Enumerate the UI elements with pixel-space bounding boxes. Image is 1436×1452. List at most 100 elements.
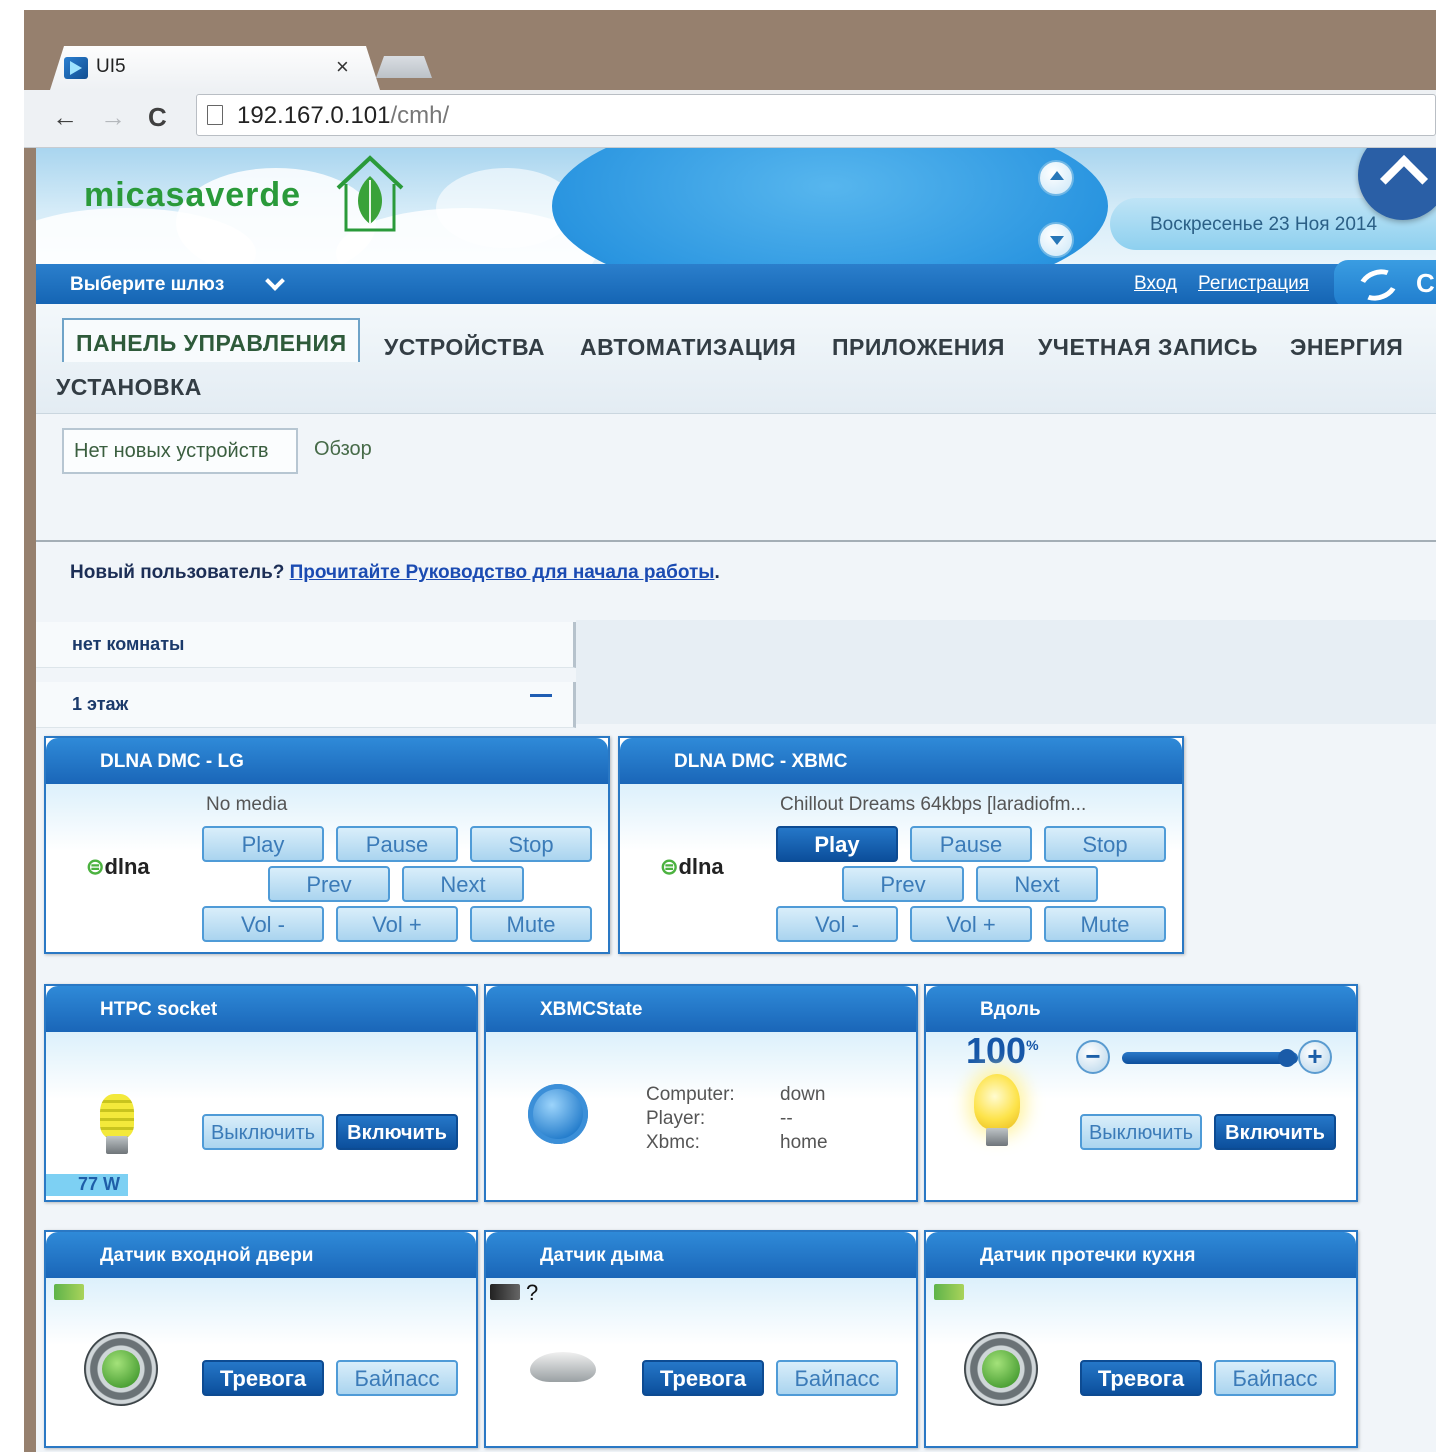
card-header: XBMCState xyxy=(486,986,916,1032)
device-card-dimmer: Вдоль 100% − + Выключить Включить xyxy=(924,984,1358,1202)
next-button[interactable]: Next xyxy=(402,866,524,902)
tab-dashboard[interactable]: ПАНЕЛЬ УПРАВЛЕНИЯ xyxy=(76,330,347,357)
card-body: Тревога Байпасс xyxy=(926,1278,1356,1446)
room-label: 1 этаж xyxy=(72,694,129,714)
bypass-button[interactable]: Байпасс xyxy=(336,1360,458,1396)
card-title: Вдоль xyxy=(980,999,1041,1020)
subtab-overview[interactable]: Обзор xyxy=(314,438,372,461)
card-title: Датчик протечки кухня xyxy=(980,1245,1196,1266)
getting-started-link[interactable]: Прочитайте Руководство для начала работы xyxy=(290,562,715,583)
back-button[interactable]: ← xyxy=(52,102,78,133)
state-value-computer: down xyxy=(780,1084,826,1105)
address-bar[interactable]: 192.167.0.101/cmh/ xyxy=(196,94,1436,136)
card-body: Computer: down Player: -- Xbmc: home xyxy=(486,1032,916,1200)
vol-down-button[interactable]: Vol - xyxy=(776,906,898,942)
subtab-no-new-devices[interactable]: Нет новых устройств xyxy=(74,440,268,463)
dim-plus-button[interactable]: + xyxy=(1298,1040,1332,1074)
room-1-floor[interactable]: 1 этаж xyxy=(36,682,576,728)
xbmc-gear-icon xyxy=(528,1084,588,1144)
dimmer-level: 100% xyxy=(966,1030,1039,1072)
login-link[interactable]: Вход xyxy=(1134,273,1177,295)
play-button[interactable]: Play xyxy=(776,826,898,862)
device-card-dlna-xbmc: DLNA DMC - XBMC Chillout Dreams 64kbps [… xyxy=(618,736,1184,954)
url-host: 192.167.0.101 xyxy=(237,102,391,129)
tab-energy[interactable]: ЭНЕРГИЯ xyxy=(1290,334,1403,361)
pause-button[interactable]: Pause xyxy=(910,826,1032,862)
new-tab-button[interactable] xyxy=(376,56,432,78)
arm-button[interactable]: Тревога xyxy=(202,1360,324,1396)
reload-button[interactable]: C xyxy=(148,102,167,133)
device-card-xbmcstate: XBMCState Computer: down Player: -- Xbmc… xyxy=(484,984,918,1202)
header-banner xyxy=(552,148,1108,264)
url-path: /cmh/ xyxy=(390,102,450,129)
bypass-button[interactable]: Байпасс xyxy=(1214,1360,1336,1396)
card-body: 100% − + Выключить Включить xyxy=(926,1030,1356,1200)
battery-unknown: ? xyxy=(526,1280,539,1305)
arm-button[interactable]: Тревога xyxy=(1080,1360,1202,1396)
mute-button[interactable]: Mute xyxy=(1044,906,1166,942)
card-body: Тревога Байпасс xyxy=(46,1278,476,1446)
card-header: Датчик протечки кухня xyxy=(926,1232,1356,1278)
stop-button[interactable]: Stop xyxy=(470,826,592,862)
chevron-down-icon[interactable] xyxy=(265,271,285,291)
device-card-smoke-sensor: Датчик дыма ? Тревога Байпасс xyxy=(484,1230,918,1448)
mute-button[interactable]: Mute xyxy=(470,906,592,942)
card-body: Chillout Dreams 64kbps [laradiofm... ⊜dl… xyxy=(620,784,1182,952)
dimmer-level-value: 100 xyxy=(966,1030,1027,1071)
room-no-room[interactable]: нет комнаты xyxy=(36,622,576,668)
vol-down-button[interactable]: Vol - xyxy=(202,906,324,942)
collapse-icon[interactable] xyxy=(530,694,552,697)
main-nav: ПАНЕЛЬ УПРАВЛЕНИЯ УСТРОЙСТВА АВТОМАТИЗАЦ… xyxy=(36,304,1436,414)
gateway-select[interactable]: Выберите шлюз xyxy=(70,274,224,296)
state-key-computer: Computer: xyxy=(646,1084,735,1105)
arm-button[interactable]: Тревога xyxy=(642,1360,764,1396)
url-text: 192.167.0.101/cmh/ xyxy=(237,102,449,130)
pause-button[interactable]: Pause xyxy=(336,826,458,862)
register-link[interactable]: Регистрация xyxy=(1198,273,1309,295)
dlna-logo-icon: ⊜ xyxy=(86,854,105,879)
off-button[interactable]: Выключить xyxy=(202,1114,324,1150)
logo[interactable]: micasaverde xyxy=(84,176,301,215)
bypass-button[interactable]: Байпасс xyxy=(776,1360,898,1396)
next-button[interactable]: Next xyxy=(976,866,1098,902)
logo-leaf-icon xyxy=(336,155,404,232)
vol-up-button[interactable]: Vol + xyxy=(910,906,1032,942)
bulb-base xyxy=(986,1128,1008,1146)
tab-apps[interactable]: ПРИЛОЖЕНИЯ xyxy=(832,334,1005,361)
tab-close-icon[interactable]: × xyxy=(336,54,349,80)
prev-button[interactable]: Prev xyxy=(268,866,390,902)
leak-sensor-icon xyxy=(964,1332,1038,1406)
prev-button[interactable]: Prev xyxy=(842,866,964,902)
card-title: Датчик дыма xyxy=(540,1245,664,1266)
dlna-logo: ⊜dlna xyxy=(86,854,150,880)
tab-account[interactable]: УЧЕТНАЯ ЗАПИСЬ xyxy=(1038,334,1258,361)
browser-toolbar: ← → C 192.167.0.101/cmh/ xyxy=(24,90,1436,148)
tab-automation[interactable]: АВТОМАТИЗАЦИЯ xyxy=(580,334,796,361)
smoke-detector-icon xyxy=(530,1352,596,1382)
stop-button[interactable]: Stop xyxy=(1044,826,1166,862)
tab-devices[interactable]: УСТРОЙСТВА xyxy=(384,334,545,361)
on-button[interactable]: Включить xyxy=(336,1114,458,1150)
gateway-bar: Выберите шлюз Вход Регистрация xyxy=(36,264,1436,304)
dim-minus-button[interactable]: − xyxy=(1076,1040,1110,1074)
off-button[interactable]: Выключить xyxy=(1080,1114,1202,1150)
new-user-prefix: Новый пользователь? xyxy=(70,562,290,583)
forward-button[interactable]: → xyxy=(100,102,126,133)
play-button[interactable]: Play xyxy=(202,826,324,862)
slider-knob[interactable] xyxy=(1278,1049,1296,1067)
light-bulb-icon xyxy=(974,1074,1020,1130)
card-header: Датчик дыма xyxy=(486,1232,916,1278)
scroll-down-icon[interactable] xyxy=(1038,222,1074,258)
scroll-up-icon[interactable] xyxy=(1038,160,1074,196)
vol-up-button[interactable]: Vol + xyxy=(336,906,458,942)
card-body: ? Тревога Байпасс xyxy=(486,1278,916,1446)
media-status: Chillout Dreams 64kbps [laradiofm... xyxy=(780,794,1087,815)
refresh-label: C xyxy=(1416,268,1435,298)
card-body: Выключить Включить 77 W xyxy=(46,1032,476,1200)
state-key-player: Player: xyxy=(646,1108,706,1129)
battery-icon xyxy=(54,1284,84,1300)
tab-setup[interactable]: УСТАНОВКА xyxy=(56,374,202,401)
dimmer-slider[interactable] xyxy=(1122,1052,1298,1064)
on-button[interactable]: Включить xyxy=(1214,1114,1336,1150)
dlna-logo-icon: ⊜ xyxy=(660,854,679,879)
